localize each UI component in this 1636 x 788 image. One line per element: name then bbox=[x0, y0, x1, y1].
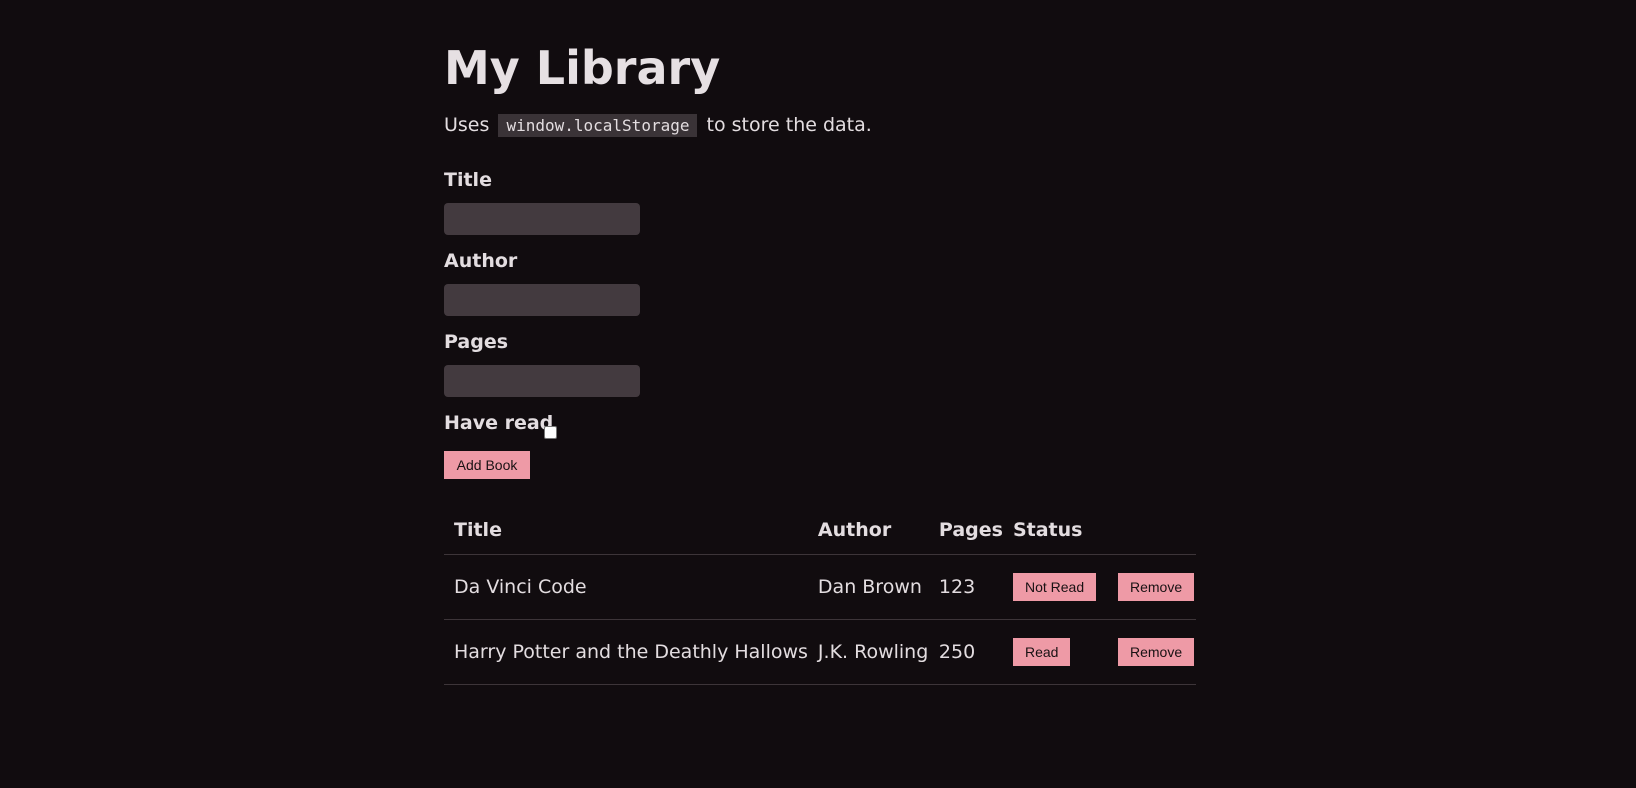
have-read-checkbox[interactable] bbox=[544, 426, 557, 439]
subtitle-prefix: Uses bbox=[444, 114, 490, 136]
header-status: Status bbox=[1002, 505, 1108, 555]
cell-title: Da Vinci Code bbox=[444, 554, 808, 620]
cell-action: Remove bbox=[1107, 619, 1196, 685]
title-input[interactable] bbox=[444, 203, 640, 235]
author-input[interactable] bbox=[444, 284, 640, 316]
toggle-status-button[interactable]: Read bbox=[1012, 638, 1071, 666]
header-pages: Pages bbox=[928, 505, 1003, 555]
have-read-label: Have read bbox=[444, 412, 554, 434]
cell-title: Harry Potter and the Deathly Hallows bbox=[444, 619, 808, 685]
subtitle-suffix: to store the data. bbox=[706, 114, 872, 136]
cell-status: Not Read bbox=[1002, 554, 1108, 620]
table-row: Harry Potter and the Deathly Hallows J.K… bbox=[444, 619, 1196, 685]
table-header-row: Title Author Pages Status bbox=[444, 505, 1196, 555]
pages-input[interactable] bbox=[444, 365, 640, 397]
pages-label: Pages bbox=[444, 331, 509, 353]
header-action bbox=[1107, 505, 1196, 555]
cell-action: Remove bbox=[1107, 554, 1196, 620]
subtitle-code: window.localStorage bbox=[498, 114, 698, 137]
add-book-button[interactable]: Add Book bbox=[444, 451, 530, 479]
cell-author: Dan Brown bbox=[807, 554, 929, 620]
remove-button[interactable]: Remove bbox=[1117, 573, 1195, 601]
title-label: Title bbox=[444, 169, 492, 191]
cell-status: Read bbox=[1002, 619, 1108, 685]
page-title: My Library bbox=[444, 41, 721, 95]
books-table: Title Author Pages Status Da Vinci Code … bbox=[444, 505, 1196, 685]
cell-pages: 250 bbox=[928, 619, 1003, 685]
toggle-status-button[interactable]: Not Read bbox=[1012, 573, 1097, 601]
page-subtitle: Uses window.localStorage to store the da… bbox=[444, 110, 872, 141]
header-author: Author bbox=[807, 505, 929, 555]
cell-pages: 123 bbox=[928, 554, 1003, 620]
table-row: Da Vinci Code Dan Brown 123 Not Read Rem… bbox=[444, 554, 1196, 620]
remove-button[interactable]: Remove bbox=[1117, 638, 1195, 666]
header-title: Title bbox=[444, 505, 808, 555]
author-label: Author bbox=[444, 250, 518, 272]
cell-author: J.K. Rowling bbox=[807, 619, 929, 685]
